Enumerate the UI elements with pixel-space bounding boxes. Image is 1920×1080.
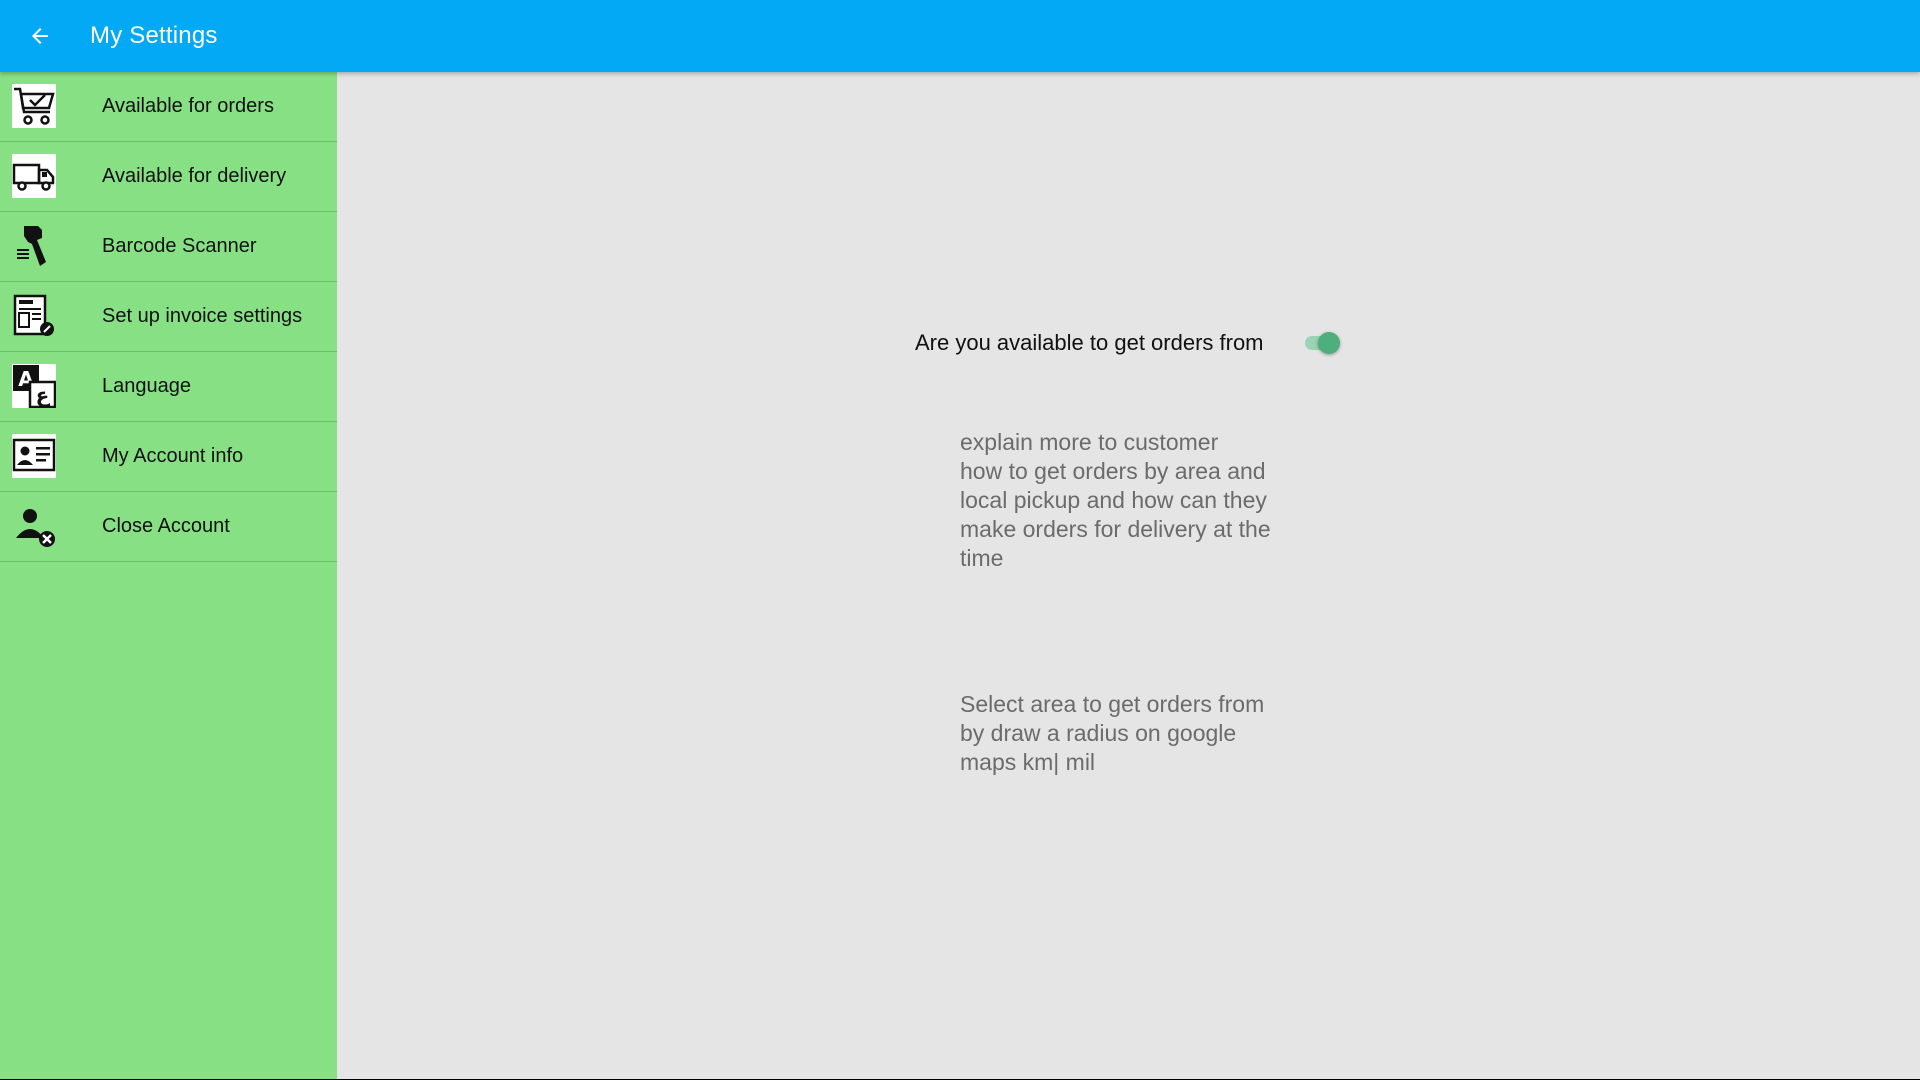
delivery-truck-icon	[12, 154, 56, 198]
sidebar-item-available-for-orders[interactable]: Available for orders	[0, 72, 337, 142]
invoice-settings-icon	[12, 294, 56, 338]
app-window: My Settings Available for orders Availab…	[0, 0, 1920, 1079]
arrow-left-icon	[32, 28, 48, 44]
orders-help-text: explain more to customer how to get orde…	[960, 429, 1271, 571]
back-button[interactable]	[22, 18, 58, 54]
svg-text:ع: ع	[36, 383, 51, 407]
sidebar-item-invoice-settings[interactable]: Set up invoice settings	[0, 282, 337, 352]
settings-sidebar: Available for orders Available for deliv…	[0, 72, 337, 1079]
sidebar-item-label: Language	[102, 375, 191, 397]
language-translate-icon: A ع	[12, 364, 56, 408]
id-card-icon	[12, 434, 56, 478]
availability-toggle[interactable]	[1303, 330, 1343, 356]
sidebar-item-label: Available for delivery	[102, 165, 287, 187]
sidebar-item-label: Set up invoice settings	[102, 305, 303, 327]
app-bar: My Settings	[0, 0, 1920, 72]
settings-content: Are you available to get orders from exp…	[337, 72, 1920, 1079]
sidebar-item-label: Close Account	[102, 515, 230, 537]
sidebar-item-language[interactable]: A ع Language	[0, 352, 337, 422]
sidebar-item-label: Available for orders	[102, 95, 274, 117]
sidebar-item-close-account[interactable]: Close Account	[0, 492, 337, 562]
sidebar-item-account-info[interactable]: My Account info	[0, 422, 337, 492]
toggle-thumb	[1318, 332, 1340, 354]
sidebar-item-label: My Account info	[102, 445, 244, 467]
page-title: My Settings	[90, 22, 218, 49]
area-help-text: Select area to get orders from by draw a…	[960, 691, 1265, 775]
availability-row: Are you available to get orders from	[915, 321, 1264, 365]
shopping-cart-check-icon	[12, 84, 56, 128]
sidebar-item-label: Barcode Scanner	[102, 235, 257, 257]
sidebar-item-available-for-delivery[interactable]: Available for delivery	[0, 142, 337, 212]
availability-label: Are you available to get orders from	[915, 330, 1264, 355]
barcode-scanner-icon	[12, 224, 56, 268]
user-remove-icon	[12, 504, 56, 548]
sidebar-item-barcode-scanner[interactable]: Barcode Scanner	[0, 212, 337, 282]
